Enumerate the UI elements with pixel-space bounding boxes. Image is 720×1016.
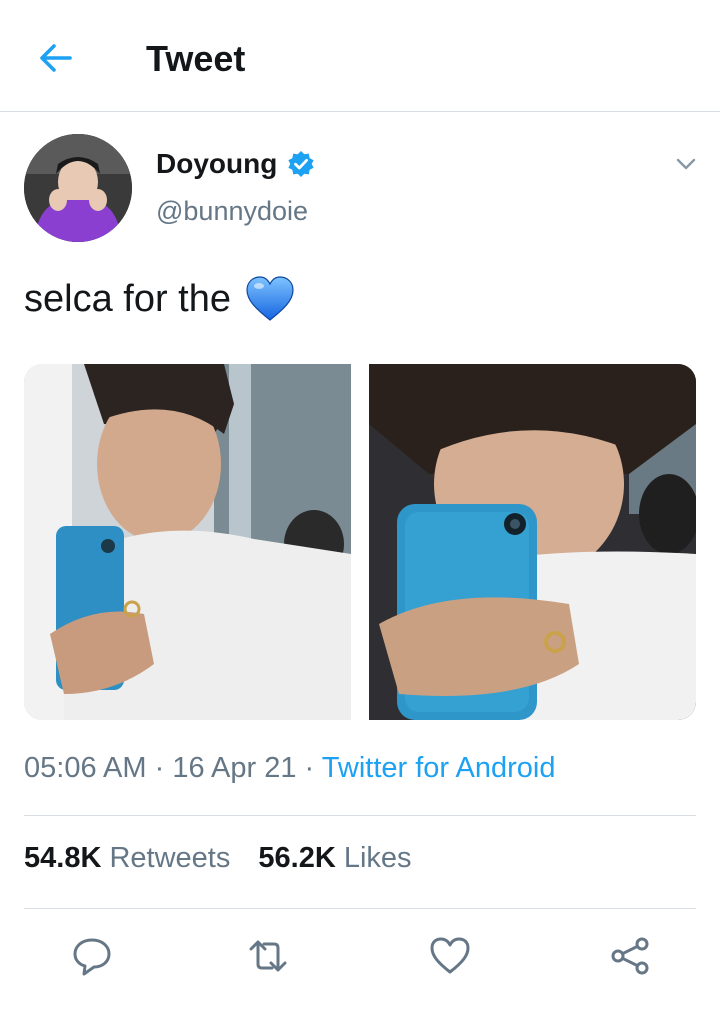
tweet-source-link[interactable]: Twitter for Android — [322, 752, 556, 784]
likes-label: Likes — [343, 842, 412, 874]
tweet-date: 16 Apr 21 — [172, 752, 297, 784]
meta-separator: · — [304, 752, 315, 784]
user-handle[interactable]: @bunnydoie — [156, 196, 308, 227]
retweets-count: 54.8K — [24, 842, 102, 874]
arrow-left-icon[interactable] — [34, 36, 78, 80]
author-name-row: Doyoung — [156, 148, 315, 180]
like-icon[interactable] — [428, 934, 472, 978]
page-title: Tweet — [146, 38, 246, 79]
share-icon[interactable] — [608, 934, 652, 978]
tweet-time: 05:06 AM — [24, 752, 147, 784]
tweet-meta: 05:06 AM · 16 Apr 21 · Twitter for Andro… — [24, 752, 555, 785]
photo-2[interactable] — [369, 364, 696, 720]
divider — [24, 908, 696, 909]
photo-1[interactable] — [24, 364, 351, 720]
meta-separator: · — [154, 752, 165, 784]
top-bar: Tweet — [0, 0, 720, 112]
chevron-down-icon[interactable] — [672, 150, 700, 178]
tweet-body: selca for the — [24, 277, 231, 320]
tweet-media — [24, 364, 696, 720]
likes-stat[interactable]: 56.2K Likes — [258, 842, 411, 874]
avatar[interactable] — [24, 134, 132, 242]
verified-badge-icon — [288, 151, 314, 177]
divider — [24, 815, 696, 816]
retweets-label: Retweets — [109, 842, 231, 874]
likes-count: 56.2K — [258, 842, 336, 874]
tweet-text: selca for the — [24, 276, 295, 322]
blue-heart-icon — [246, 276, 294, 321]
engagement-stats: 54.8K Retweets 56.2K Likes — [24, 842, 412, 875]
retweet-icon[interactable] — [246, 934, 290, 978]
display-name[interactable]: Doyoung — [156, 148, 277, 180]
reply-icon[interactable] — [70, 934, 114, 978]
retweets-stat[interactable]: 54.8K Retweets — [24, 842, 238, 874]
